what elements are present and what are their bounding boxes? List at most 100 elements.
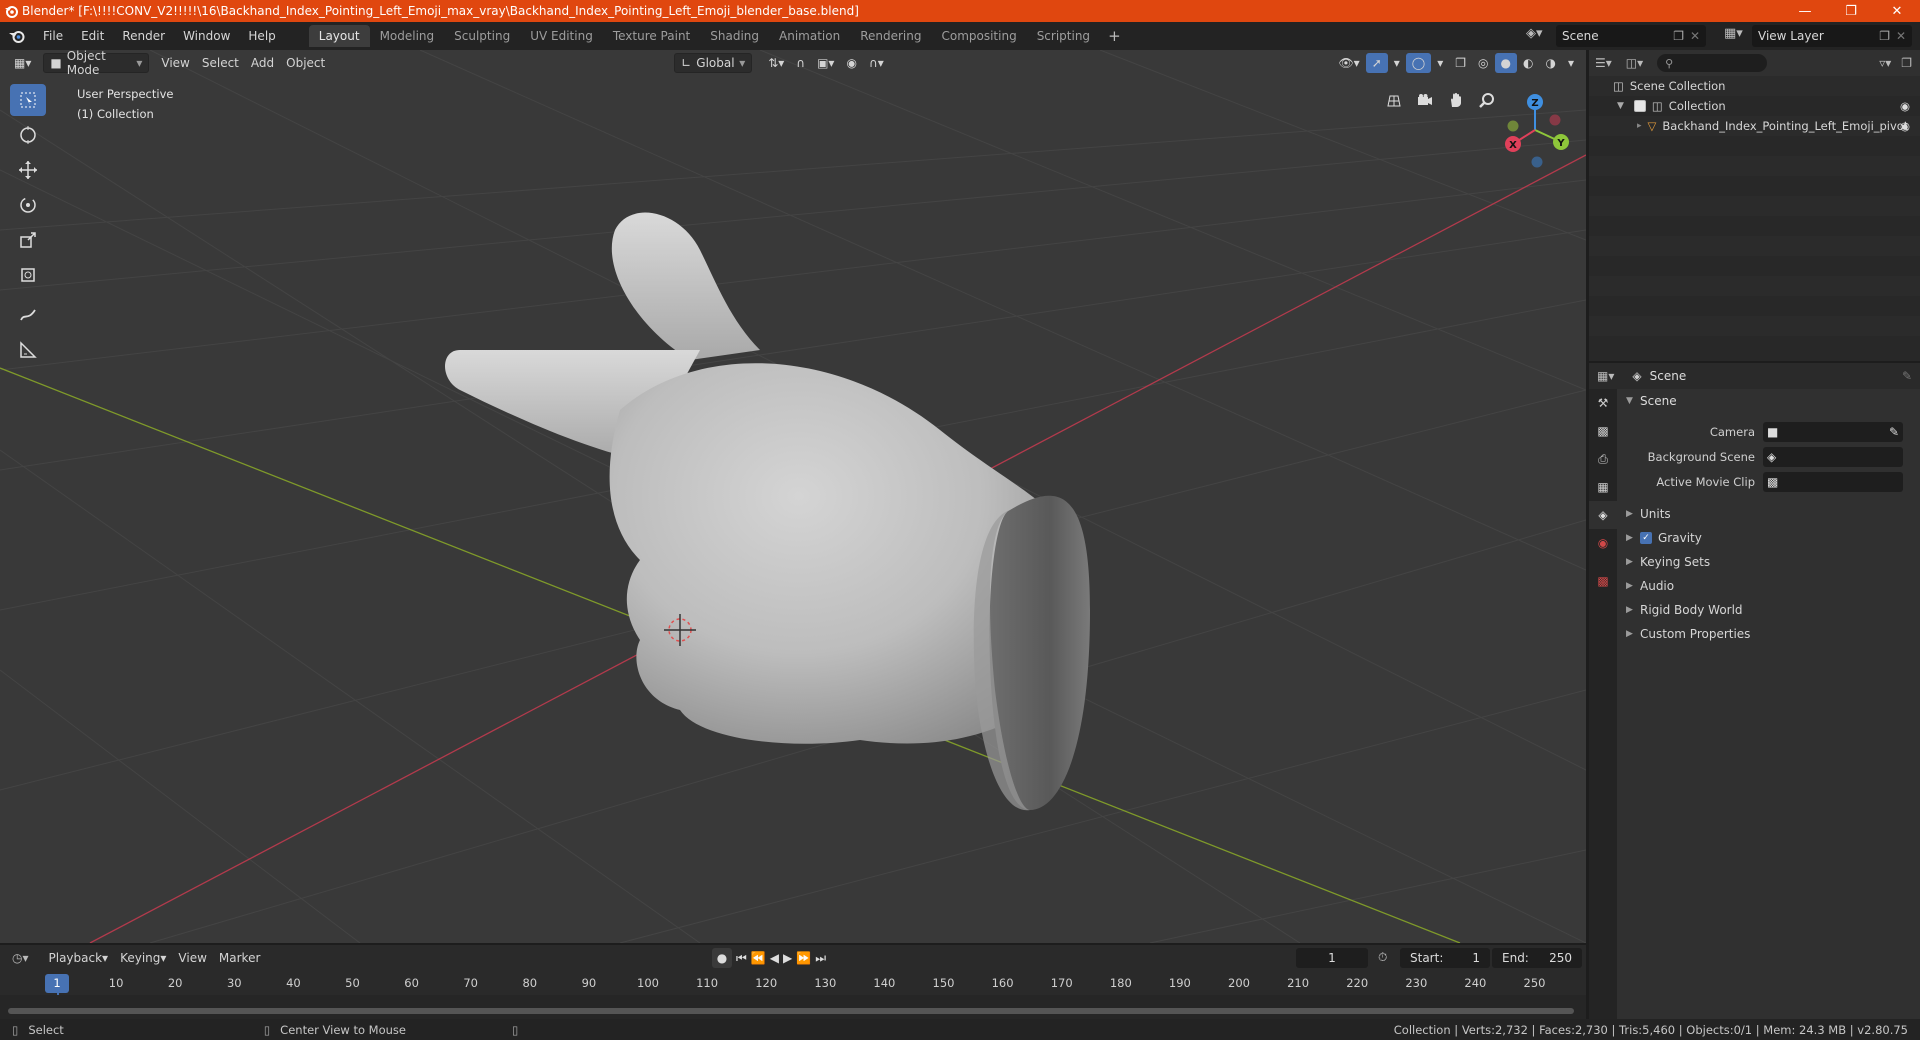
start-frame-field[interactable]: Start: 1 (1400, 948, 1490, 968)
custom-properties-panel-header[interactable]: ▶ Custom Properties (1618, 622, 1920, 646)
tab-shading[interactable]: Shading (700, 25, 769, 47)
active-movie-clip-field[interactable]: ▩ (1763, 471, 1903, 492)
timeline-menu-view[interactable]: View (172, 948, 212, 968)
rotate-tool[interactable] (10, 189, 46, 221)
eyedropper-icon[interactable]: ✎ (1889, 425, 1899, 439)
view-layer-tab-icon[interactable]: ▦ (1589, 473, 1617, 501)
annotate-tool[interactable] (10, 299, 46, 331)
delete-view-layer-icon[interactable]: ✕ (1896, 29, 1906, 43)
snap-target-icon[interactable]: ▣▾ (811, 53, 840, 73)
menu-edit[interactable]: Edit (72, 22, 113, 50)
editor-type-icon[interactable]: ▦▾ (8, 53, 37, 73)
overlays-menu-icon[interactable]: ▾ (1431, 53, 1449, 73)
close-button[interactable]: ✕ (1874, 0, 1920, 22)
outliner-editor-icon[interactable]: ☰▾ (1595, 56, 1612, 70)
gravity-panel-header[interactable]: ▶ ✓ Gravity (1618, 526, 1920, 550)
timeline-ruler[interactable]: 1 10 20 30 40 50 60 70 80 90 100 110 120 130 140 150 160… (0, 973, 1586, 1017)
expand-chevron-icon[interactable]: ▼ (1617, 101, 1624, 111)
background-scene-field[interactable]: ◈ (1763, 446, 1903, 467)
texture-tab-icon[interactable]: ▩ (1589, 567, 1617, 595)
audio-panel-header[interactable]: ▶ Audio (1618, 574, 1920, 598)
delete-scene-icon[interactable]: ✕ (1690, 29, 1700, 43)
material-shading-icon[interactable]: ◐ (1517, 53, 1539, 73)
viewport-menu-select[interactable]: Select (196, 53, 245, 73)
timeline-menu-keying[interactable]: Keying ▾ (114, 948, 172, 968)
menu-file[interactable]: File (34, 22, 72, 50)
output-tab-icon[interactable]: ⎙ (1589, 445, 1617, 473)
cursor-tool[interactable] (10, 119, 46, 151)
units-panel-header[interactable]: ▶ Units (1618, 502, 1920, 526)
viewport-menu-view[interactable]: View (155, 53, 195, 73)
visibility-eye-icon[interactable]: ◉ (1900, 119, 1910, 133)
stopwatch-icon[interactable]: ⏱ (1378, 950, 1387, 965)
tab-texture-paint[interactable]: Texture Paint (603, 25, 700, 47)
wireframe-shading-icon[interactable]: ◎ (1472, 53, 1494, 73)
minimize-button[interactable]: — (1782, 0, 1828, 22)
new-scene-icon[interactable]: ❐ (1673, 29, 1684, 43)
end-frame-field[interactable]: End: 250 (1492, 948, 1582, 968)
blender-logo-icon[interactable] (0, 22, 34, 50)
camera-field[interactable]: ■ ✎ (1763, 421, 1903, 442)
timeline-track[interactable] (0, 995, 1586, 1019)
view-layer-selector[interactable]: View Layer ❐ ✕ (1752, 25, 1912, 47)
prev-keyframe-icon[interactable]: ⏪ (751, 951, 766, 965)
move-tool[interactable] (10, 154, 46, 186)
scene-selector[interactable]: Scene ❐ ✕ (1556, 25, 1706, 47)
record-icon[interactable]: ● (712, 948, 732, 968)
collection-checkbox[interactable] (1633, 100, 1646, 112)
menu-render[interactable]: Render (113, 22, 174, 50)
transform-tool[interactable] (10, 259, 46, 291)
tab-rendering[interactable]: Rendering (850, 25, 931, 47)
viewport-scene[interactable]: Z Y X (0, 50, 1586, 943)
proportional-edit-icon[interactable]: ◉ (840, 53, 862, 73)
play-icon[interactable]: ▶ (783, 951, 792, 965)
viewport-menu-add[interactable]: Add (245, 53, 280, 73)
tab-modeling[interactable]: Modeling (370, 25, 445, 47)
new-view-layer-icon[interactable]: ❐ (1879, 29, 1890, 43)
gizmo-menu-icon[interactable]: ▾ (1388, 53, 1406, 73)
select-box-tool[interactable] (10, 84, 46, 116)
zoom-icon[interactable] (1474, 87, 1499, 112)
world-tab-icon[interactable]: ◉ (1589, 529, 1617, 557)
timeline-scrollbar[interactable] (8, 1008, 1574, 1014)
scale-tool[interactable] (10, 224, 46, 256)
scene-tab-icon[interactable]: ◈ (1589, 501, 1617, 529)
jump-start-icon[interactable]: ⏮ (736, 951, 747, 966)
outliner-row-collection[interactable]: ▼ ◫ Collection ◉ (1589, 96, 1920, 116)
timeline-menu-playback[interactable]: Playback ▾ (43, 948, 115, 968)
camera-view-icon[interactable] (1412, 87, 1437, 112)
rigid-body-world-panel-header[interactable]: ▶ Rigid Body World (1618, 598, 1920, 622)
render-tab-icon[interactable]: ▩ (1589, 417, 1617, 445)
pivot-point-icon[interactable]: ⇅▾ (762, 53, 790, 73)
grid-view-icon[interactable] (1381, 87, 1406, 112)
tab-sculpting[interactable]: Sculpting (444, 25, 520, 47)
new-collection-icon[interactable]: ❐ (1901, 56, 1912, 70)
filter-icon[interactable]: ▿▾ (1879, 56, 1891, 70)
hand-mesh[interactable] (445, 212, 1090, 811)
keying-sets-panel-header[interactable]: ▶ Keying Sets (1618, 550, 1920, 574)
xray-toggle-icon[interactable]: ❐ (1449, 53, 1472, 73)
mode-dropdown[interactable]: ■ Object Mode ▾ (43, 50, 150, 77)
timeline-editor-icon[interactable]: ◷▾ (12, 951, 29, 965)
transform-orientation-dropdown[interactable]: ∟ Global ▾ (674, 53, 753, 73)
jump-end-icon[interactable]: ⏭ (815, 951, 826, 966)
gravity-checkbox[interactable]: ✓ (1640, 532, 1652, 544)
properties-editor-icon[interactable]: ▦▾ (1597, 369, 1614, 383)
pin-icon[interactable]: ✎ (1902, 369, 1912, 383)
snap-magnet-icon[interactable]: ∩ (790, 53, 811, 73)
3d-viewport[interactable]: Z Y X ▦▾ ■ Object Mode ▾ View Select Add… (0, 50, 1586, 943)
rendered-shading-icon[interactable]: ◑ (1539, 53, 1561, 73)
solid-shading-icon[interactable]: ● (1494, 53, 1517, 73)
add-workspace-icon[interactable]: + (1100, 27, 1129, 45)
tab-layout[interactable]: Layout (308, 25, 370, 47)
tab-uv-editing[interactable]: UV Editing (520, 25, 603, 47)
scene-panel-header[interactable]: ▼ Scene (1618, 389, 1920, 413)
measure-tool[interactable] (10, 334, 46, 366)
current-frame-indicator[interactable]: 1 (45, 974, 69, 993)
current-frame-field[interactable]: 1 (1296, 948, 1368, 968)
pan-hand-icon[interactable] (1443, 87, 1468, 112)
outliner-row-scene-collection[interactable]: ◫ Scene Collection (1589, 76, 1920, 96)
tab-compositing[interactable]: Compositing (931, 25, 1026, 47)
gizmo-toggle-icon[interactable]: ➚ (1365, 53, 1388, 73)
display-mode-icon[interactable]: ◫▾ (1626, 56, 1643, 70)
